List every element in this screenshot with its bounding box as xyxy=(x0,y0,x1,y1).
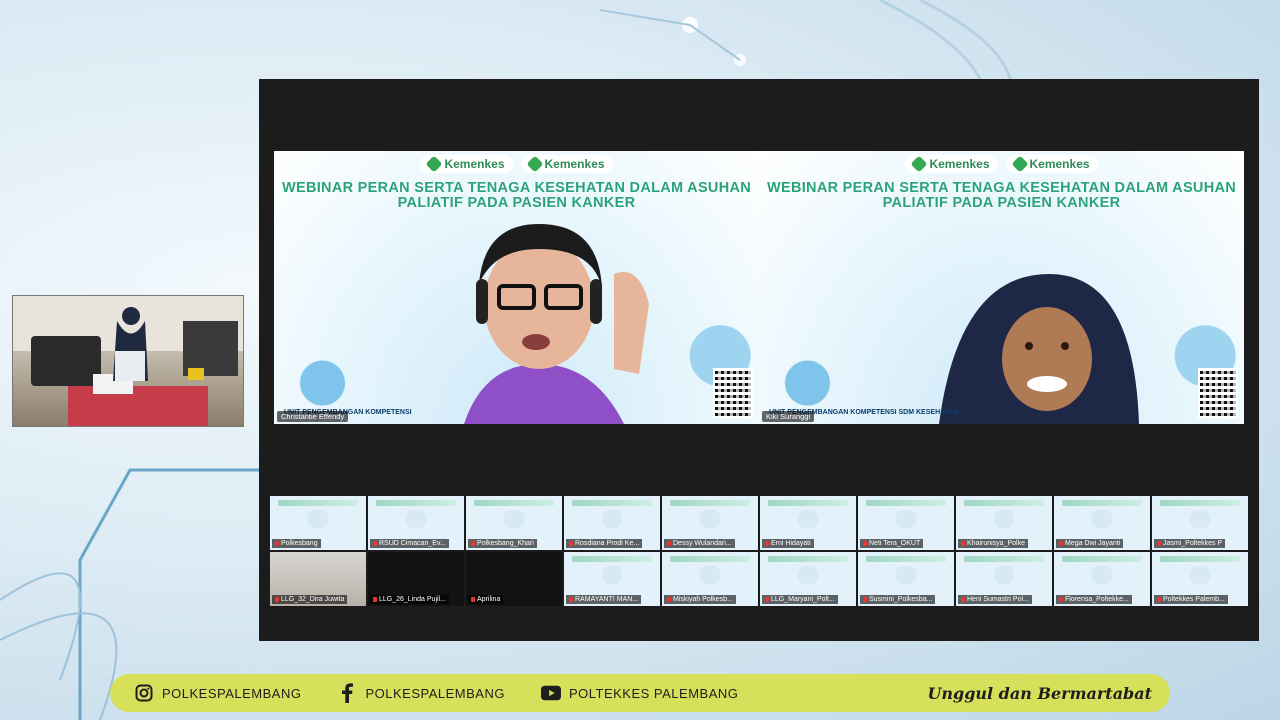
participant-thumbnail[interactable]: Heni Sumastri Pol... xyxy=(956,552,1052,606)
participant-name: Polkesbang_Khari xyxy=(468,539,537,548)
participant-name: Dessy Wulandari... xyxy=(664,539,735,548)
youtube-icon xyxy=(540,683,561,703)
muted-mic-icon xyxy=(961,540,965,546)
muted-mic-icon xyxy=(765,540,769,546)
participant-name: Mega Dwi Jayanti xyxy=(1056,539,1124,548)
participant-thumbnail[interactable]: LLG_Maryani_Polt... xyxy=(760,552,856,606)
muted-mic-icon xyxy=(667,540,671,546)
participant-name: LLG_26_Linda Pujil... xyxy=(370,595,449,604)
participant-thumbnail[interactable]: Miskiyah Polkesb... xyxy=(662,552,758,606)
kemenkes-sdm-logo: Kemenkes xyxy=(1005,155,1098,173)
participant-name: Poltekkes Palemb... xyxy=(1154,595,1228,604)
instagram-handle[interactable]: POLKESPALEMBANG xyxy=(134,683,301,703)
muted-mic-icon xyxy=(373,596,377,602)
slide-logos: Kemenkes Kemenkes xyxy=(759,155,1244,173)
muted-mic-icon xyxy=(1059,596,1063,602)
participant-name: Jasmi_Poltekkes P xyxy=(1154,539,1226,548)
muted-mic-icon xyxy=(275,596,279,602)
kemenkes-logo: Kemenkes xyxy=(905,155,998,173)
qr-code xyxy=(1198,368,1238,418)
muted-mic-icon xyxy=(1059,540,1063,546)
participant-thumbnail[interactable]: Jasmi_Poltekkes P xyxy=(1152,496,1248,550)
participant-name: LLG_32_Dira Juwita xyxy=(272,595,348,604)
facebook-label: POLKESPALEMBANG xyxy=(365,685,505,701)
participant-name: Erni Hidayati xyxy=(762,539,814,548)
muted-mic-icon xyxy=(373,540,377,546)
participant-thumbnail[interactable]: Polkesbang xyxy=(270,496,366,550)
participant-thumbnail[interactable]: LLG_32_Dira Juwita xyxy=(270,552,366,606)
slide-title: WEBINAR PERAN SERTA TENAGA KESEHATAN DAL… xyxy=(766,180,1237,211)
participant-thumbnail[interactable]: LLG_26_Linda Pujil... xyxy=(368,552,464,606)
speaker-name-tag: Kiki Suranggi xyxy=(762,411,815,422)
participant-thumbnail[interactable]: Dessy Wulandari... xyxy=(662,496,758,550)
instagram-label: POLKESPALEMBANG xyxy=(162,685,302,701)
tagline: Unggul dan Bermartabat xyxy=(927,683,1152,703)
muted-mic-icon xyxy=(569,596,573,602)
participant-thumbnail[interactable]: Mega Dwi Jayanti xyxy=(1054,496,1150,550)
muted-mic-icon xyxy=(1157,596,1161,602)
facebook-handle[interactable]: POLKESPALEMBANG xyxy=(337,683,504,703)
slide-logos: Kemenkes Kemenkes xyxy=(274,155,759,173)
participant-name: Aprilina xyxy=(468,595,504,604)
video-meeting-window: Kemenkes Kemenkes WEBINAR PERAN SERTA TE… xyxy=(259,79,1259,641)
presenter-room-camera xyxy=(12,295,244,427)
muted-mic-icon xyxy=(275,540,279,546)
speaker-tile-1[interactable]: Kemenkes Kemenkes WEBINAR PERAN SERTA TE… xyxy=(274,151,759,424)
muted-mic-icon xyxy=(1157,540,1161,546)
participant-thumbnail[interactable]: Neti Tera_OKUT xyxy=(858,496,954,550)
participant-thumbnail[interactable]: Poltekkes Palemb... xyxy=(1152,552,1248,606)
muted-mic-icon xyxy=(765,596,769,602)
muted-mic-icon xyxy=(471,540,475,546)
participant-name: Heni Sumastri Pol... xyxy=(958,595,1032,604)
muted-mic-icon xyxy=(863,540,867,546)
social-footer-bar: POLKESPALEMBANG POLKESPALEMBANG POLTEKKE… xyxy=(110,674,1170,712)
participant-name: Khairunisya_Polke xyxy=(958,539,1028,548)
speaker-video xyxy=(939,274,1139,424)
muted-mic-icon xyxy=(569,540,573,546)
youtube-handle[interactable]: POLTEKKES PALEMBANG xyxy=(540,683,739,703)
participant-thumbnail[interactable]: Susmini_Polkesba... xyxy=(858,552,954,606)
muted-mic-icon xyxy=(471,596,475,602)
participant-thumbnail[interactable]: Polkesbang_Khari xyxy=(466,496,562,550)
participant-name: RSUD Cimacan_Ev... xyxy=(370,539,449,548)
participant-name: Miskiyah Polkesb... xyxy=(664,595,736,604)
participant-name: Neti Tera_OKUT xyxy=(860,539,924,548)
participant-thumbnail[interactable]: Erni Hidayati xyxy=(760,496,856,550)
participant-name: Susmini_Polkesba... xyxy=(860,595,936,604)
youtube-label: POLTEKKES PALEMBANG xyxy=(568,685,739,701)
participant-thumbnail[interactable]: Rosdiana Prodi Ke... xyxy=(564,496,660,550)
participant-name: Rosdiana Prodi Ke... xyxy=(566,539,643,548)
participant-thumbnail[interactable]: RAMAYANTI MAN... xyxy=(564,552,660,606)
qr-code xyxy=(713,368,753,418)
participant-name: LLG_Maryani_Polt... xyxy=(762,595,838,604)
muted-mic-icon xyxy=(961,596,965,602)
muted-mic-icon xyxy=(863,596,867,602)
kemenkes-logo: Kemenkes xyxy=(420,155,513,173)
speaker-name-tag: Christantie Effendy xyxy=(277,411,349,422)
speaker-video xyxy=(464,224,649,424)
muted-mic-icon xyxy=(667,596,671,602)
participant-thumbnail[interactable]: Florensa_Poltekke... xyxy=(1054,552,1150,606)
participant-thumbnail[interactable]: RSUD Cimacan_Ev... xyxy=(368,496,464,550)
participant-name: RAMAYANTI MAN... xyxy=(566,595,642,604)
participant-thumbnail[interactable]: Khairunisya_Polke xyxy=(956,496,1052,550)
kemenkes-sdm-logo: Kemenkes xyxy=(520,155,613,173)
participant-name: Polkesbang xyxy=(272,539,321,548)
participant-gallery: Polkesbang RSUD Cimacan_Ev... Polkesbang_K… xyxy=(270,496,1248,606)
facebook-icon xyxy=(337,683,357,703)
participant-name: Florensa_Poltekke... xyxy=(1056,595,1132,604)
speaker-tile-2[interactable]: Kemenkes Kemenkes WEBINAR PERAN SERTA TE… xyxy=(759,151,1244,424)
participant-thumbnail[interactable]: Aprilina xyxy=(466,552,562,606)
instagram-icon xyxy=(134,683,154,703)
